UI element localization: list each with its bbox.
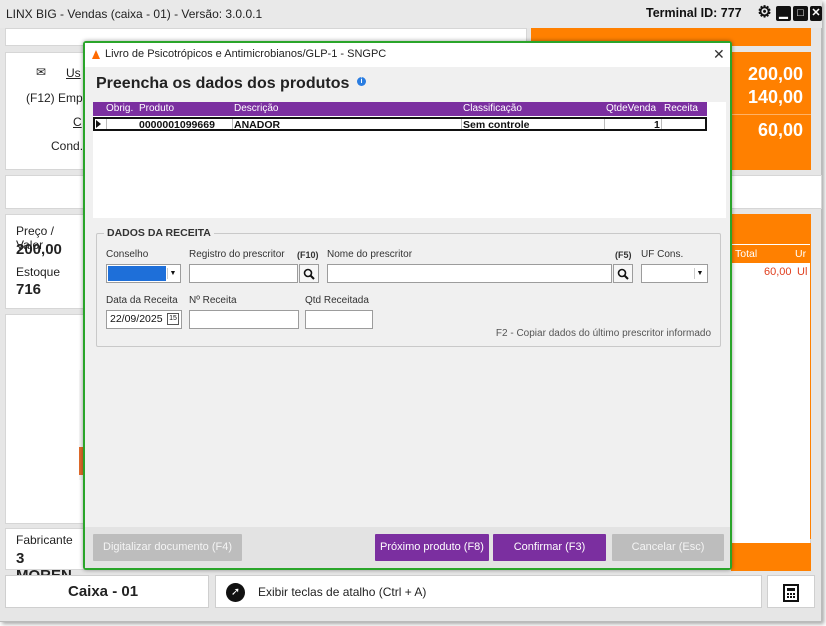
table-row[interactable]: 0000001099669 ANADOR Sem controle 1: [93, 117, 707, 131]
calculator-cell[interactable]: [767, 575, 815, 608]
company-label[interactable]: (F12) Emp: [26, 91, 83, 105]
cell-separator: [604, 119, 605, 129]
products-grid: Obrig. Produto Descrição Classificação Q…: [93, 102, 726, 218]
price-value: 200,00: [16, 241, 62, 258]
col-receita[interactable]: Receita: [664, 103, 698, 114]
dialog-title: Livro de Psicotrópicos e Antimicrobianos…: [105, 48, 387, 60]
calendar-icon[interactable]: 15: [167, 313, 179, 325]
items-header: Total Ur: [731, 245, 810, 263]
qtd-receitada-input[interactable]: [305, 310, 373, 329]
conselho-selected-value: [108, 266, 166, 281]
totals-divider: [731, 114, 811, 115]
manufacturer-label: Fabricante: [16, 533, 73, 547]
cancelar-button[interactable]: Cancelar (Esc): [612, 534, 724, 561]
dialog-heading: Preencha os dados dos produtos: [96, 75, 350, 92]
line-total: 60,00: [764, 266, 792, 278]
info-icon[interactable]: i: [357, 77, 366, 86]
search-icon: [303, 268, 315, 280]
c-label[interactable]: C: [73, 115, 82, 129]
registro-input[interactable]: [189, 264, 298, 283]
col-descricao[interactable]: Descrição: [234, 103, 278, 114]
dialog-footer: Digitalizar documento (F4) Próximo produ…: [85, 527, 730, 568]
terminal-id: Terminal ID: 777: [646, 6, 742, 20]
conselho-select[interactable]: ▼: [106, 264, 181, 283]
col-total: Total: [735, 248, 758, 260]
col-ur: Ur: [795, 248, 807, 260]
minimize-icon[interactable]: ▁: [776, 6, 791, 21]
dialog-titlebar: Livro de Psicotrópicos e Antimicrobianos…: [85, 43, 730, 67]
cell-separator: [461, 119, 462, 129]
app-title: LINX BIG - Vendas (caixa - 01) - Versão:…: [6, 7, 263, 21]
close-icon[interactable]: ✕: [810, 6, 822, 21]
col-classificacao[interactable]: Classificação: [463, 103, 522, 114]
confirmar-button[interactable]: Confirmar (F3): [493, 534, 606, 561]
items-list: Total Ur 60,00 Ul: [731, 215, 811, 539]
data-receita-input[interactable]: 22/09/2025 15: [106, 310, 182, 329]
nome-label: Nome do prescritor: [327, 249, 413, 260]
cell-descricao: ANADOR: [234, 119, 281, 131]
stock-value: 716: [16, 281, 42, 298]
data-receita-value: 22/09/2025: [110, 313, 163, 325]
registro-search-button[interactable]: [299, 264, 319, 283]
cell-separator: [232, 119, 233, 129]
numero-receita-input[interactable]: [189, 310, 299, 329]
uf-label: UF Cons.: [641, 249, 684, 260]
user-label[interactable]: Us: [66, 66, 81, 80]
caixa-label: Caixa - 01: [68, 583, 139, 600]
receita-legend: DADOS DA RECEITA: [104, 227, 214, 239]
items-panel: Total Ur 60,00 Ul: [731, 214, 811, 571]
grid-header: Obrig. Produto Descrição Classificação Q…: [93, 102, 707, 116]
proximo-produto-button[interactable]: Próximo produto (F8): [375, 534, 489, 561]
cell-separator: [106, 119, 107, 129]
stock-label: Estoque: [16, 265, 61, 279]
dialog-body: Preencha os dados dos produtos i Obrig. …: [85, 67, 730, 527]
chevron-down-icon[interactable]: ▼: [167, 268, 178, 279]
data-receita-label: Data da Receita: [106, 295, 178, 306]
line-unit: Ul: [797, 266, 808, 278]
digitalizar-button[interactable]: Digitalizar documento (F4): [93, 534, 242, 561]
cell-qtde: 1: [654, 119, 660, 131]
dialog-close-icon[interactable]: ✕: [713, 46, 725, 63]
shortcuts-label[interactable]: Exibir teclas de atalho (Ctrl + A): [258, 585, 426, 599]
items-orange-top: [731, 214, 811, 244]
total-gross: 200,00: [747, 64, 803, 84]
uf-select[interactable]: ▼: [641, 264, 708, 283]
registro-shortcut: (F10): [297, 250, 319, 260]
calculator-icon[interactable]: [783, 584, 799, 602]
nome-shortcut: (F5): [615, 250, 632, 260]
maximize-icon[interactable]: □: [793, 6, 808, 21]
sngpc-dialog: Livro de Psicotrópicos e Antimicrobianos…: [83, 41, 732, 570]
col-obrig[interactable]: Obrig.: [106, 103, 133, 114]
nome-search-button[interactable]: [613, 264, 633, 283]
row-pointer-icon: [96, 120, 101, 128]
search-icon: [617, 268, 629, 280]
cond-label: Cond.: [51, 139, 84, 153]
nome-input[interactable]: [327, 264, 612, 283]
product-image-panel: [5, 314, 86, 524]
cell-separator: [661, 119, 662, 129]
shortcuts-cell[interactable]: ➚ Exibir teclas de atalho (Ctrl + A): [215, 575, 762, 608]
arrow-icon[interactable]: ➚: [226, 583, 245, 602]
items-footer: [731, 543, 811, 571]
cell-classificacao: Sem controle: [463, 119, 530, 131]
registro-label: Registro do prescritor: [189, 249, 285, 260]
receita-group: DADOS DA RECEITA Conselho ▼ Registro do …: [96, 227, 721, 347]
total-net: 60,00: [757, 120, 803, 140]
caixa-cell: Caixa - 01: [5, 575, 209, 608]
chevron-down-icon[interactable]: ▼: [694, 268, 705, 279]
gear-icon[interactable]: ⚙: [757, 5, 772, 21]
manufacturer-panel: Fabricante 3 MOREN: [5, 528, 85, 584]
col-qtdevenda[interactable]: QtdeVenda: [606, 103, 656, 114]
qtd-receitada-label: Qtd Receitada: [305, 295, 369, 306]
copy-hint: F2 - Copiar dados do último prescritor i…: [495, 328, 711, 339]
conselho-label: Conselho: [106, 249, 149, 260]
app-titlebar: LINX BIG - Vendas (caixa - 01) - Versão:…: [0, 0, 822, 28]
mail-icon: ✉: [36, 65, 47, 79]
product-info-panel: Preço / Valor 200,00 Estoque 716: [5, 214, 85, 309]
numero-receita-label: Nº Receita: [189, 295, 237, 306]
col-produto[interactable]: Produto: [139, 103, 174, 114]
total-discount: 140,00: [747, 87, 803, 107]
cell-produto: 0000001099669: [139, 119, 215, 131]
app-logo-icon: [92, 50, 100, 59]
